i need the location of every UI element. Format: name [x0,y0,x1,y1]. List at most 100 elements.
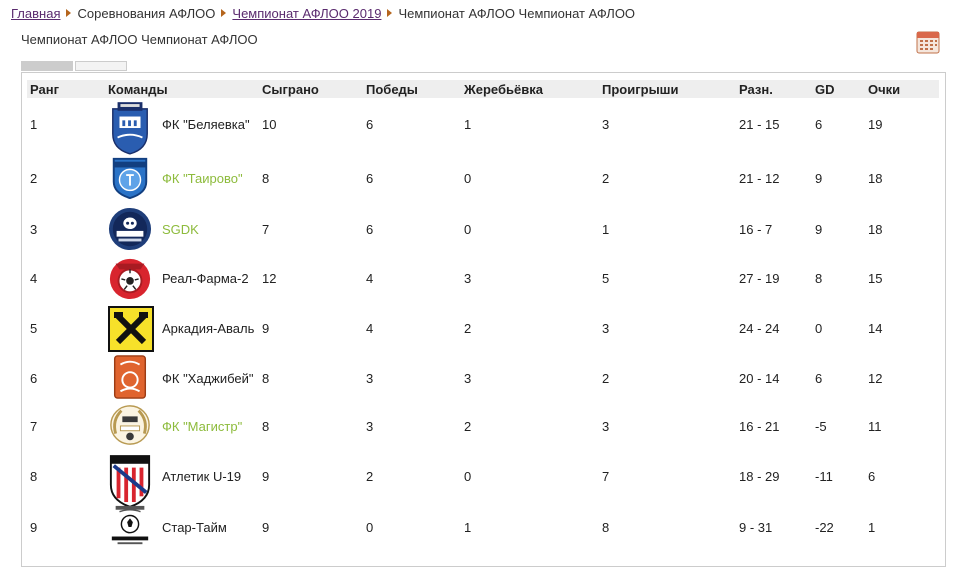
team-name: Стар-Тайм [162,519,227,535]
cell-diff: 9 - 31 [739,519,773,535]
cell-played: 9 [262,469,270,484]
team-name: ФК "Беляевка" [162,116,250,132]
cell-played: 7 [262,222,270,237]
table-row: 9 Стар-Тайм 9 0 1 8 9 - 31 -22 1 [27,504,939,550]
cell-rank: 9 [30,519,38,535]
cell-rank: 6 [30,370,38,386]
cell-gd: 0 [815,321,823,336]
cell-losses: 1 [602,222,610,237]
cell-draws: 3 [464,271,472,286]
cell-wins: 2 [366,469,374,484]
cell-wins: 6 [366,222,374,237]
cell-wins: 6 [366,170,374,186]
team-name: ФК "Хаджибей" [162,370,254,386]
cell-wins: 3 [366,418,374,434]
cell-played: 8 [262,170,270,186]
team-name: Атлетик U-19 [162,469,242,484]
star-time-crest-icon [108,504,154,550]
cell-draws: 0 [464,469,472,484]
cell-gd: 6 [815,116,823,132]
cell-diff: 18 - 29 [739,469,780,484]
header-draws[interactable]: Жеребьёвка [461,80,599,98]
cell-points: 1 [868,519,876,535]
header-played[interactable]: Сыграно [259,80,363,98]
standings-table: Ранг Команды Сыграно Победы Жеребьёвка П… [27,80,939,550]
breadcrumb-championship-link[interactable]: Чемпионат АФЛОО 2019 [232,6,381,21]
cell-rank: 8 [30,469,38,484]
cell-losses: 3 [602,116,610,132]
cell-gd: 9 [815,170,823,186]
tab-1[interactable] [21,61,73,71]
header-losses[interactable]: Проигрыши [599,80,736,98]
team-name[interactable]: SGDK [162,222,199,237]
team-cell: Атлетик U-19 [105,449,259,508]
cell-gd: -22 [815,519,834,535]
cell-gd: 6 [815,370,823,386]
cell-diff: 20 - 14 [739,370,780,386]
team-cell-content: ФК "Хаджибей" [108,355,259,401]
cell-gd: 9 [815,222,823,237]
cell-diff: 16 - 21 [739,418,780,434]
calendar-icon[interactable] [916,30,940,54]
cell-losses: 7 [602,469,610,484]
team-name[interactable]: ФК "Таирово" [162,171,243,186]
cell-diff: 24 - 24 [739,321,780,336]
team-cell: Стар-Тайм [105,504,259,550]
cell-points: 19 [868,116,883,132]
cell-draws: 2 [464,418,472,434]
cell-draws: 3 [464,370,472,386]
cell-wins: 4 [366,271,374,286]
team-cell-content: ФК "Беляевка" [108,101,259,155]
cell-gd: 8 [815,271,823,286]
tairovo-crest-icon [108,155,154,201]
header-gd[interactable]: GD [812,80,865,98]
cell-rank: 5 [30,321,38,336]
table-row: 8 Атлетик U-19 9 2 0 7 18 - 29 -11 6 [27,449,939,508]
team-cell-content: Стар-Тайм [108,504,259,550]
cell-wins: 0 [366,519,374,535]
breadcrumb-current: Чемпионат АФЛОО Чемпионат АФЛОО [398,6,636,21]
cell-gd: -11 [815,469,833,484]
table-header-row: Ранг Команды Сыграно Победы Жеребьёвка П… [27,80,939,98]
cell-played: 8 [262,370,270,386]
header-team[interactable]: Команды [105,80,259,98]
table-row: 2 ФК "Таирово" 8 6 0 2 21 - 12 9 18 [27,150,939,206]
cell-draws: 1 [464,116,472,132]
table-row: 5 Аркадия-Аваль 9 4 2 3 24 - 24 0 14 [27,304,939,353]
cell-diff: 21 - 12 [739,170,780,186]
cell-gd: -5 [815,418,827,434]
breadcrumb-home-link[interactable]: Главная [11,6,60,21]
team-name: Аркадия-Аваль [162,321,255,336]
cell-draws: 1 [464,519,472,535]
cell-diff: 21 - 15 [739,116,780,132]
sgdk-skull-crest-icon [108,207,154,253]
cell-points: 6 [868,469,876,484]
header-points[interactable]: Очки [865,80,939,98]
table-row: 6 ФК "Хаджибей" 8 3 3 2 20 - 14 6 12 [27,353,939,403]
cell-played: 9 [262,321,270,336]
cell-points: 11 [868,418,882,434]
breadcrumb: Главная Соревнования АФЛОО Чемпионат АФЛОО… [11,6,635,21]
header-wins[interactable]: Победы [363,80,461,98]
team-cell: ФК "Магистр" [105,403,259,449]
header-rank[interactable]: Ранг [27,80,105,98]
breadcrumb-arrow-icon [66,9,72,17]
cell-wins: 4 [366,321,374,336]
tab-2[interactable] [75,61,127,71]
team-cell-content: ФК "Таирово" [108,155,259,201]
team-name[interactable]: ФК "Магистр" [162,419,242,434]
real-pharma-crest-icon [108,256,154,302]
breadcrumb-competitions: Соревнования АФЛОО [77,6,216,21]
cell-rank: 3 [30,222,38,237]
cell-points: 14 [868,321,883,336]
standings-panel: Ранг Команды Сыграно Победы Жеребьёвка П… [21,72,946,567]
team-cell-content: Аркадия-Аваль [108,305,259,352]
table-row: 4 Реал-Фарма-2 12 4 3 5 27 - 19 8 15 [27,253,939,304]
table-row: 3 SGDK 7 6 0 1 16 - 7 9 18 [27,206,939,253]
cell-points: 18 [868,222,883,237]
cell-played: 10 [262,116,277,132]
cell-losses: 2 [602,170,610,186]
cell-rank: 4 [30,271,38,286]
table-row: 7 ФК "Магистр" 8 3 2 3 16 - 21 -5 11 [27,403,939,449]
header-diff[interactable]: Разн. [736,80,812,98]
